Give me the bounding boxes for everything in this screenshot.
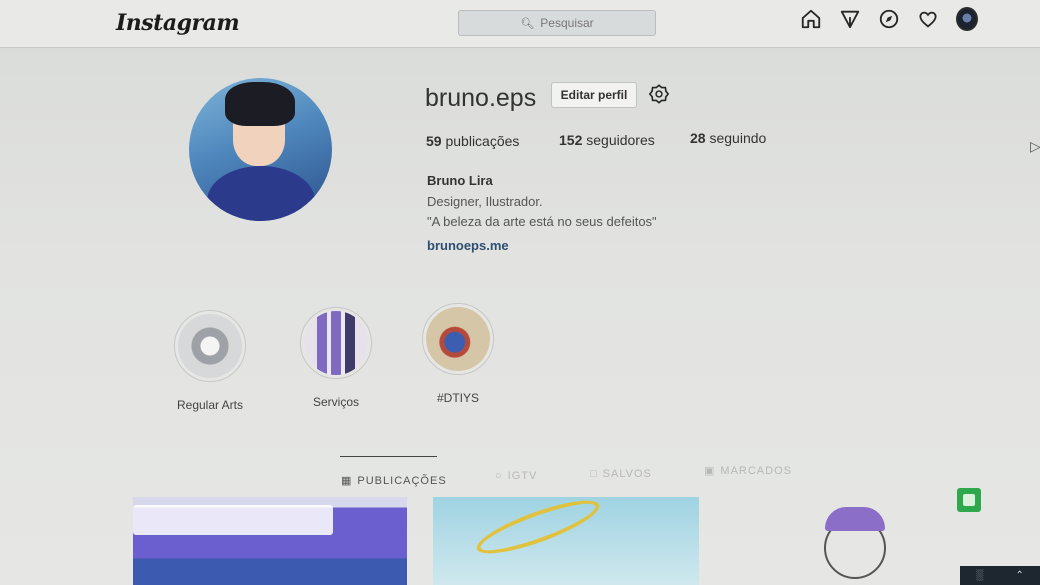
profile-picture[interactable]	[189, 78, 332, 221]
post-image-detail	[471, 497, 605, 564]
bookmark-icon: □	[590, 468, 598, 480]
highlight-label: #DTIYS	[436, 391, 479, 405]
search-icon: 🔍︎	[520, 17, 535, 30]
highlight-regular-arts[interactable]: Regular Arts	[160, 310, 260, 412]
tab-salvos[interactable]: □ SALVOS	[590, 468, 652, 480]
tab-label: PUBLICAÇÕES	[357, 474, 447, 487]
search-placeholder: Pesquisar	[540, 16, 594, 30]
highlight-label: Regular Arts	[176, 398, 244, 412]
tab-label: SALVOS	[602, 468, 652, 480]
posts-label: publicações	[445, 133, 520, 149]
floating-extension-icon[interactable]	[957, 488, 981, 512]
highlight-image	[304, 311, 368, 375]
post-image-detail	[825, 507, 885, 531]
highlight-cover	[300, 307, 372, 379]
highlight-servicos[interactable]: Serviços	[286, 307, 386, 409]
mouse-cursor-icon: ▷	[1030, 138, 1040, 154]
grid-icon: ▦	[341, 475, 353, 487]
tab-label: MARCADOS	[720, 464, 792, 477]
explore-icon[interactable]	[878, 8, 900, 30]
posts-count: 59	[426, 133, 442, 149]
search-input[interactable]: 🔍︎ Pesquisar	[458, 10, 656, 36]
profile-bio-quote: "A beleza da arte está no seus defeitos"	[427, 214, 657, 229]
active-tab-indicator	[340, 456, 437, 457]
settings-gear-icon[interactable]	[648, 83, 670, 105]
home-icon[interactable]	[800, 8, 822, 30]
network-icon[interactable]: ░	[976, 570, 983, 581]
followers-label: seguidores	[586, 132, 655, 148]
profile-avatar-button[interactable]	[956, 7, 978, 31]
highlight-dtiys[interactable]: #DTIYS	[408, 303, 508, 405]
highlight-cover	[174, 310, 246, 382]
edit-profile-button[interactable]: Editar perfil	[551, 82, 637, 108]
chevron-up-icon[interactable]: ⌃	[1015, 570, 1023, 581]
profile-full-name: Bruno Lira	[427, 173, 493, 188]
igtv-icon: ○	[495, 470, 503, 482]
profile-picture-body	[207, 166, 315, 221]
posts-stat: 59 publicações	[426, 133, 519, 149]
profile-website-link[interactable]: brunoeps.me	[427, 238, 509, 253]
highlight-image	[426, 307, 490, 371]
instagram-logo[interactable]: Instagram	[116, 10, 240, 36]
heart-icon[interactable]	[917, 8, 939, 30]
highlight-image	[178, 314, 242, 378]
post-thumbnail[interactable]	[133, 497, 407, 585]
profile-bio-line: Designer, Ilustrador.	[427, 194, 543, 209]
tab-marcados[interactable]: ▣ MARCADOS	[704, 464, 792, 478]
avatar	[956, 7, 978, 31]
tab-igtv[interactable]: ○ IGTV	[495, 470, 537, 482]
profile-picture-hair	[225, 82, 295, 126]
post-image-detail	[133, 505, 333, 535]
profile-username: bruno.eps	[425, 84, 537, 112]
nav-icons	[800, 7, 978, 31]
followers-stat[interactable]: 152 seguidores	[559, 132, 655, 148]
top-navigation-bar: Instagram 🔍︎ Pesquisar	[0, 0, 1040, 48]
following-count: 28	[690, 130, 706, 146]
tagged-icon: ▣	[704, 465, 716, 477]
following-label: seguindo	[709, 130, 767, 146]
followers-count: 152	[559, 132, 583, 148]
post-thumbnail[interactable]	[433, 497, 699, 585]
tab-label: IGTV	[507, 470, 538, 482]
post-thumbnail[interactable]	[800, 497, 920, 585]
following-stat[interactable]: 28 seguindo	[690, 130, 766, 146]
direct-icon[interactable]	[839, 8, 861, 30]
system-tray: ░ ⌃	[960, 566, 1040, 585]
tab-publicacoes[interactable]: ▦ PUBLICAÇÕES	[341, 474, 447, 488]
highlight-cover	[422, 303, 494, 375]
highlight-label: Serviços	[312, 395, 359, 409]
